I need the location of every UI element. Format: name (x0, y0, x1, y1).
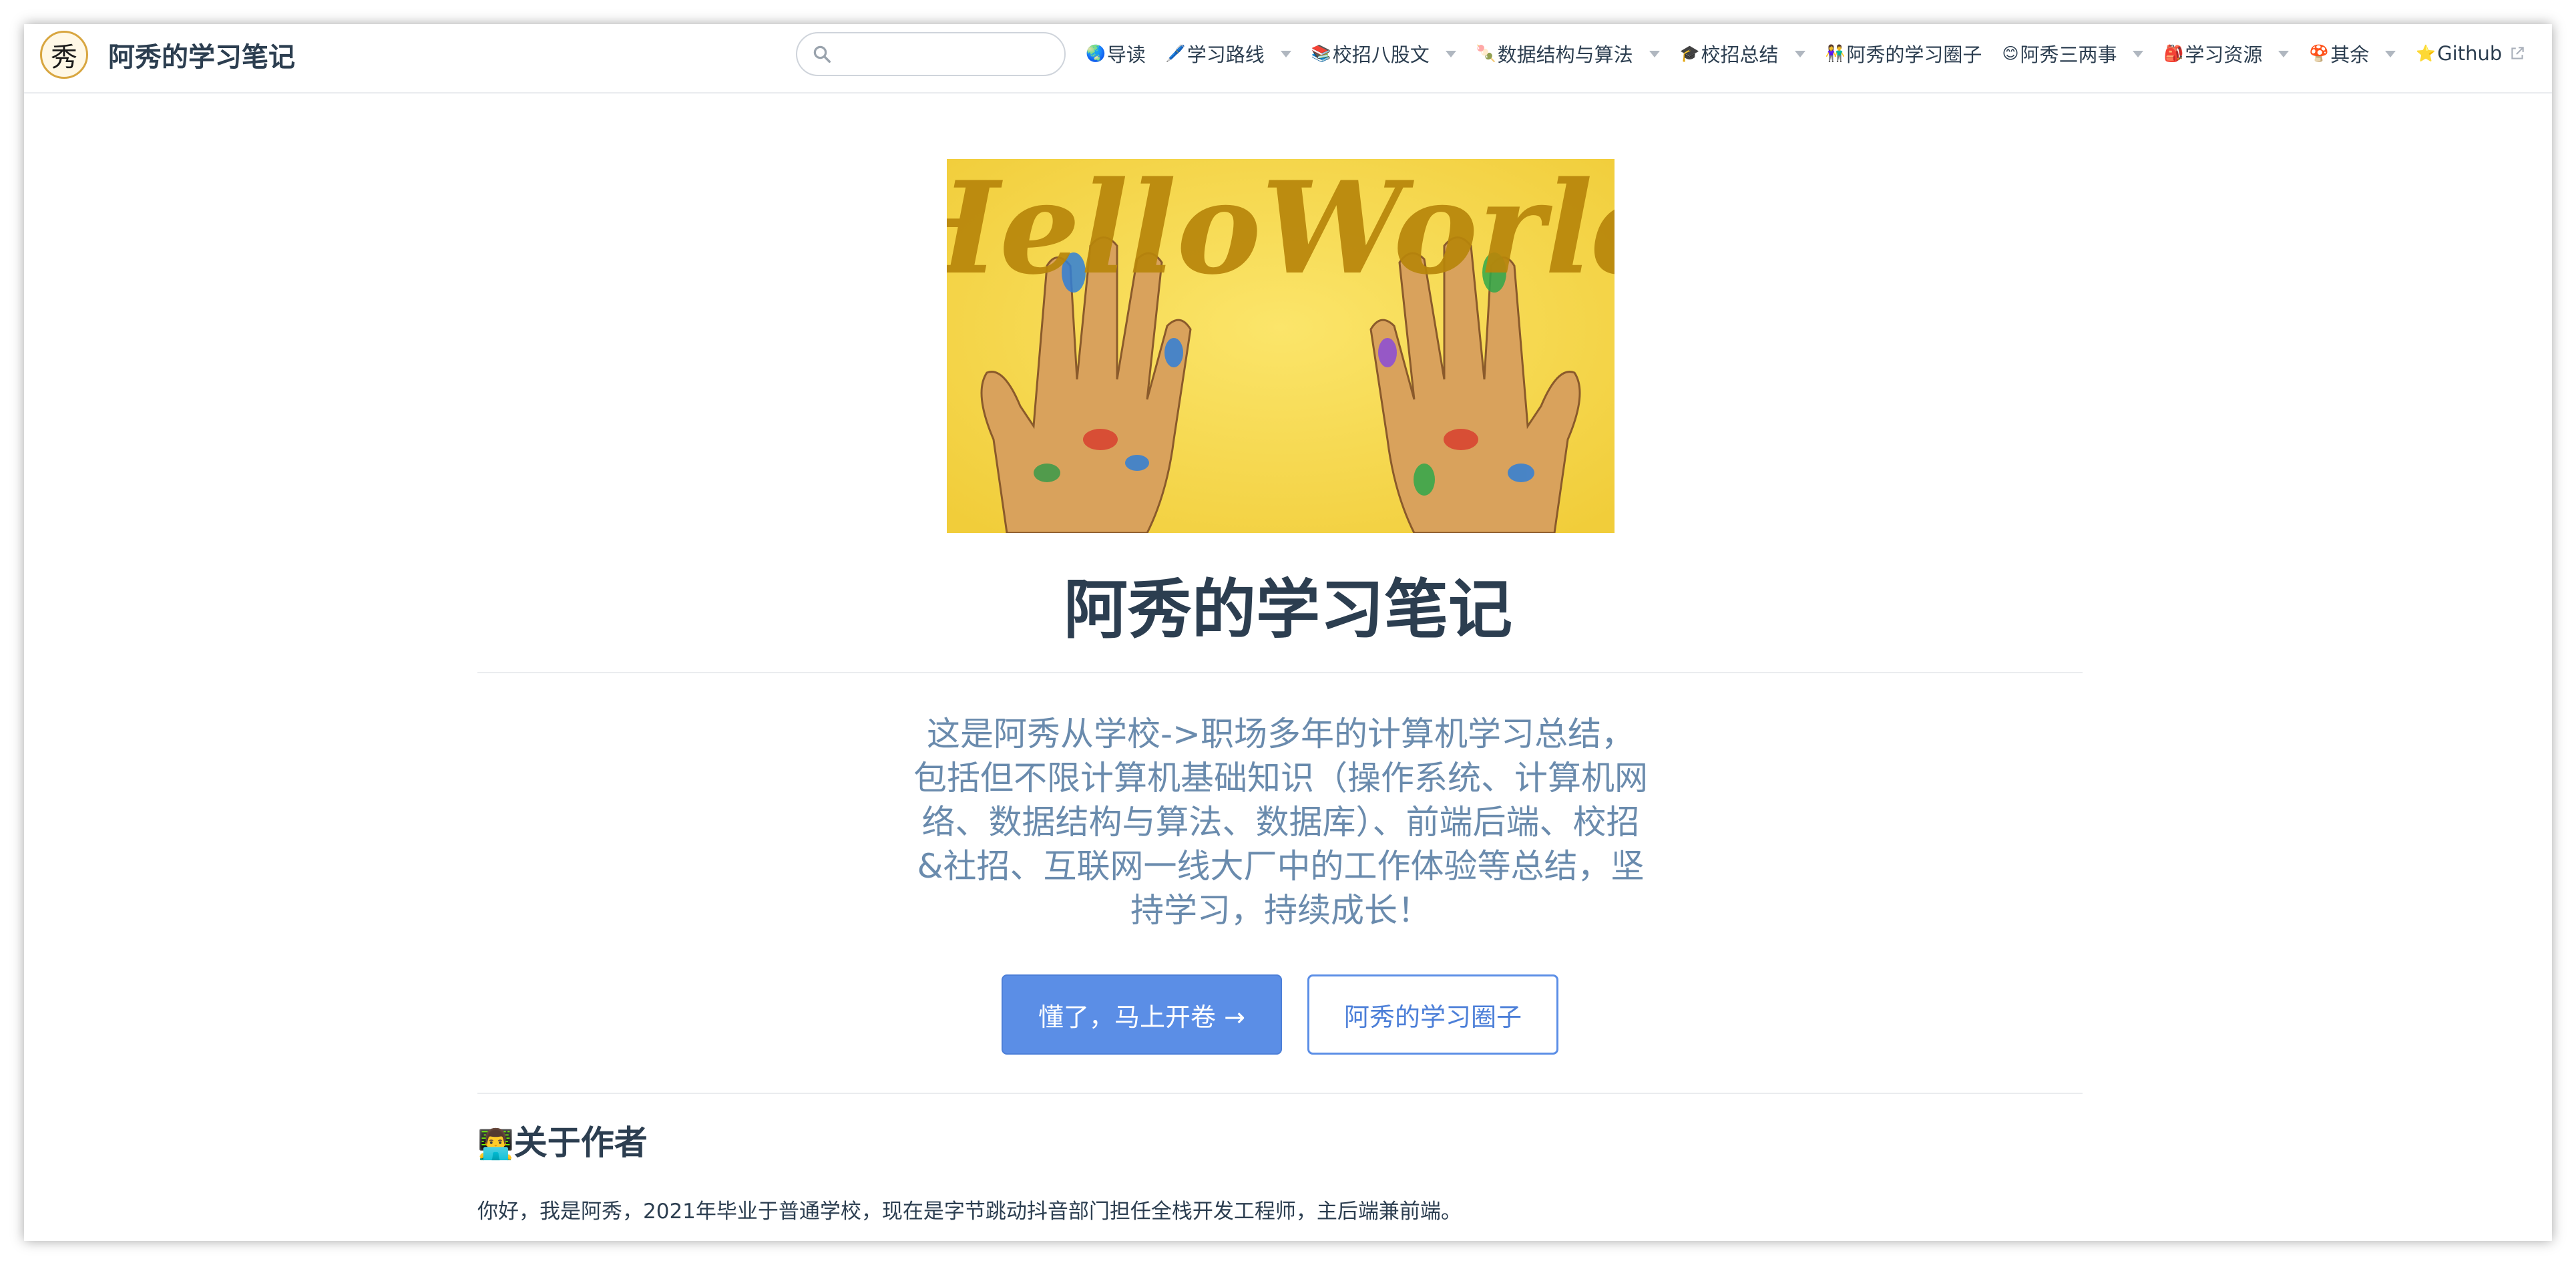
site-title[interactable]: 阿秀的学习笔记 (108, 39, 295, 76)
search-input[interactable] (841, 41, 1064, 67)
chevron-down-icon (1649, 51, 1660, 57)
nav-item-stories[interactable]: 😊 阿秀三两事 (2002, 39, 2144, 67)
nav-item-label: 学习路线 (1187, 43, 1265, 66)
about-author-text: 你好，我是阿秀，2021年毕业于普通学校，现在是字节跳动抖音部门担任全栈开发工程… (477, 1200, 1462, 1224)
nav-item-guide[interactable]: 🌏 导读 (1086, 39, 1146, 67)
about-author-heading: 👨‍💻关于作者 (477, 1119, 648, 1168)
search-icon (813, 45, 831, 63)
about-heading-label: 关于作者 (513, 1123, 648, 1162)
nav-item-data-structures[interactable]: 🍡 数据结构与算法 (1476, 39, 1660, 67)
graduation-cap-icon: 🎓 (1679, 44, 1700, 63)
chevron-down-icon (2278, 51, 2290, 57)
nav-links: 🌏 导读 🖊️ 学习路线 📚 校招八股文 🍡 数据结构与算法 🎓 校招总结 👫 … (1086, 35, 2546, 72)
divider (477, 1093, 2083, 1094)
site-logo[interactable]: 秀 (40, 31, 88, 79)
nav-item-label: 校招八股文 (1332, 43, 1430, 66)
nav-item-label: Github (2437, 42, 2503, 65)
start-reading-button[interactable]: 懂了，马上开卷 → (1002, 974, 1282, 1055)
nav-item-learning-path[interactable]: 🖊️ 学习路线 (1166, 39, 1291, 67)
nav-item-others[interactable]: 🍄 其余 (2309, 39, 2396, 67)
chevron-down-icon (2133, 51, 2144, 57)
pen-icon: 🖊️ (1165, 44, 1186, 63)
browser-page: 秀 阿秀的学习笔记 🌏 导读 🖊️ 学习路线 📚 校招八股文 🍡 数据结构与算法… (24, 24, 2552, 1241)
nav-item-github[interactable]: ⭐ Github (2416, 42, 2526, 65)
page-title: 阿秀的学习笔记 (1064, 572, 1512, 647)
divider (477, 672, 2083, 673)
chevron-down-icon (1794, 51, 1805, 57)
search-box[interactable] (796, 32, 1066, 76)
books-icon: 📚 (1311, 44, 1331, 63)
nav-item-label: 其余 (2330, 43, 2370, 66)
nav-item-label: 校招总结 (1701, 43, 1779, 66)
mushroom-icon: 🍄 (2309, 44, 2330, 63)
backpack-icon: 🎒 (2163, 44, 2184, 63)
people-icon: 👫 (1825, 44, 1846, 63)
nav-item-label: 学习资源 (2185, 43, 2263, 66)
study-circle-button[interactable]: 阿秀的学习圈子 (1307, 974, 1558, 1055)
technologist-icon: 👨‍💻 (477, 1127, 514, 1161)
smile-icon: 😊 (2002, 44, 2019, 63)
nav-item-campus-summary[interactable]: 🎓 校招总结 (1680, 39, 1805, 67)
globe-icon: 🌏 (1086, 44, 1106, 63)
nav-item-label: 阿秀的学习圈子 (1846, 43, 1982, 66)
hero-lettering: HelloWorld (947, 159, 1615, 303)
dango-icon: 🍡 (1476, 44, 1496, 63)
star-icon: ⭐ (2416, 44, 2436, 63)
nav-item-interview-notes[interactable]: 📚 校招八股文 (1311, 39, 1456, 67)
nav-item-label: 导读 (1106, 43, 1146, 66)
chevron-down-icon (1280, 51, 1291, 57)
nav-item-resources[interactable]: 🎒 学习资源 (2163, 39, 2290, 67)
hello-world-hands-illustration: HelloWorld (947, 159, 1615, 533)
chevron-down-icon (2385, 51, 2396, 57)
hero-image: HelloWorld (947, 159, 1615, 533)
external-link-icon (2511, 47, 2525, 59)
nav-item-label: 数据结构与算法 (1497, 43, 1633, 66)
nav-item-label: 阿秀三两事 (2020, 43, 2117, 66)
navbar: 秀 阿秀的学习笔记 🌏 导读 🖊️ 学习路线 📚 校招八股文 🍡 数据结构与算法… (24, 24, 2552, 94)
chevron-down-icon (1445, 51, 1456, 57)
nav-item-study-circle[interactable]: 👫 阿秀的学习圈子 (1826, 39, 1982, 67)
hero-description: 这是阿秀从学校->职场多年的计算机学习总结，包括但不限计算机基础知识（操作系统、… (913, 715, 1648, 930)
